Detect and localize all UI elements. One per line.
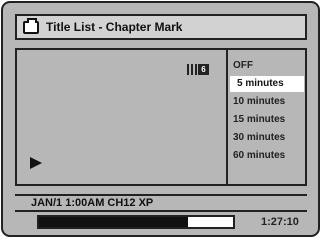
menu-item-10-minutes[interactable]: 10 minutes <box>230 94 304 110</box>
video-preview: 6 <box>15 48 227 186</box>
chapter-mark-menu: OFF 5 minutes 10 minutes 15 minutes 30 m… <box>226 48 307 186</box>
page-title: Title List - Chapter Mark <box>46 20 183 34</box>
folder-icon <box>23 17 39 34</box>
title-number-icon: 6 <box>187 64 209 75</box>
title-bar: Title List - Chapter Mark <box>15 14 307 40</box>
menu-item-15-minutes[interactable]: 15 minutes <box>230 112 304 128</box>
menu-item-5-minutes[interactable]: 5 minutes <box>230 76 304 92</box>
title-number: 6 <box>198 64 209 75</box>
status-bar: JAN/1 1:00AM CH12 XP <box>15 194 307 212</box>
menu-item-30-minutes[interactable]: 30 minutes <box>230 130 304 146</box>
progress-fill <box>39 217 189 227</box>
elapsed-time: 1:27:10 <box>261 216 299 228</box>
osd-screen: Title List - Chapter Mark 6 OFF 5 minute… <box>1 1 320 237</box>
bars-icon <box>187 64 197 75</box>
menu-item-60-minutes[interactable]: 60 minutes <box>230 148 304 164</box>
progress-bar <box>37 215 235 229</box>
menu-item-off[interactable]: OFF <box>230 58 304 74</box>
play-icon <box>30 157 42 169</box>
